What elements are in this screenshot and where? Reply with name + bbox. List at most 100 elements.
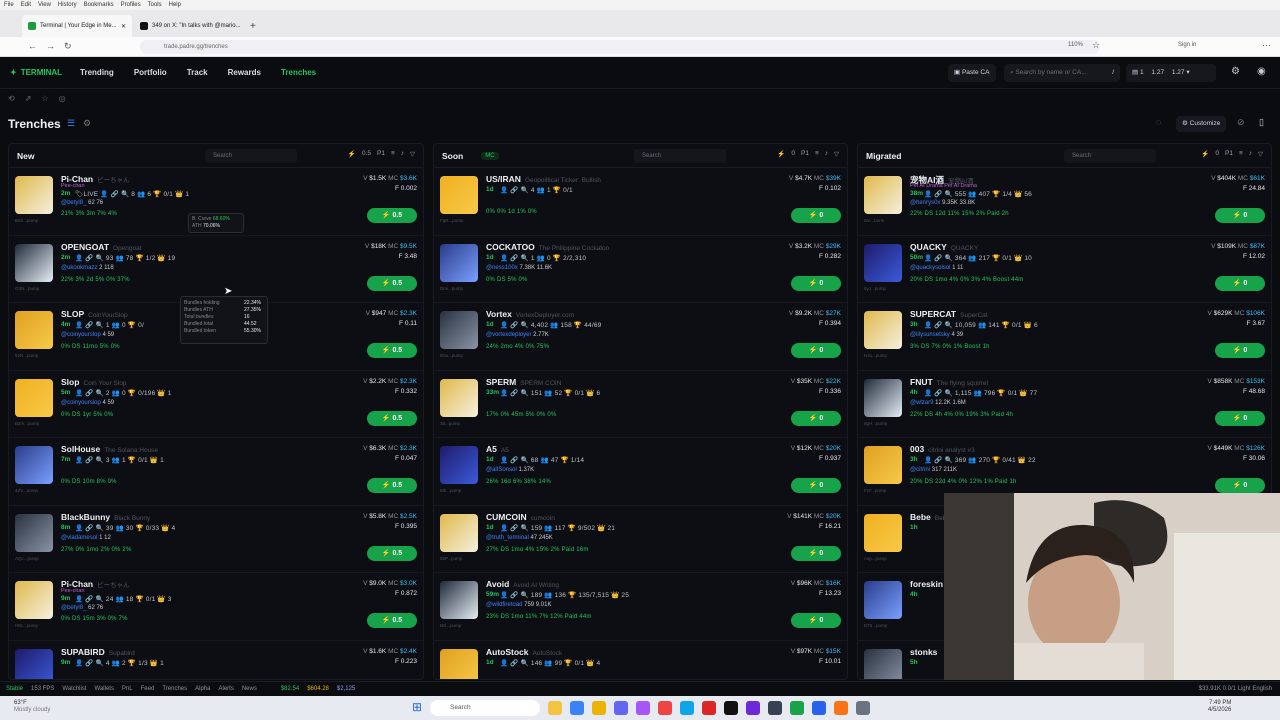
token-avatar[interactable] [440,446,478,484]
creator-handle[interactable]: @citrini [910,467,930,473]
quick-buy-button[interactable]: ⚡ 0 [791,208,841,223]
close-tab-icon[interactable]: ✕ [121,23,126,30]
preset-amount[interactable]: 0 [791,150,795,158]
token-address[interactable]: Dvi...bonk [864,218,884,223]
history-icon[interactable]: ⟲ [8,94,15,103]
token-address[interactable]: G3N...pump [15,286,39,291]
global-search-input[interactable]: ⌕ Search by name or CA... / [1004,64,1120,82]
token-card[interactable]: H8c...pump Pi-Chan ピーちゃん Pee-chan 9m 👤 🔗 🔍 24… [9,573,423,641]
token-address[interactable]: H8c...pump [15,623,38,628]
token-avatar[interactable] [440,311,478,349]
token-name[interactable]: A5 [486,444,497,454]
token-avatar[interactable] [15,176,53,214]
address-bar[interactable]: trade.padre.gg/trenches [140,40,1100,54]
column-search-input[interactable]: Search [634,149,726,163]
token-card[interactable]: AutoStock AutoStock 1d 👤 🔗 🔍 146 👥 99 🏆 0/1… [434,641,847,679]
quick-buy-button[interactable]: ⚡ 0.5 [367,613,417,628]
quick-buy-button[interactable]: ⚡ 0 [791,545,841,561]
sound-icon[interactable]: ♪ [401,150,404,158]
creator-handle[interactable]: @henrys0x [910,200,940,206]
nav-track[interactable]: Track [187,68,208,77]
token-avatar[interactable] [440,243,478,282]
token-address[interactable]: 6yJ...pump [864,286,886,291]
quick-buy-button[interactable]: ⚡ 0 [1215,410,1265,426]
token-avatar[interactable] [15,581,53,619]
quick-buy-button[interactable]: ⚡ 0.5 [367,410,417,426]
token-address[interactable]: 5hw...pump [440,353,463,358]
token-card[interactable]: Bsl...pump Avoid Avoid AI Writing 59m 👤 🔗 🔍 … [434,573,847,641]
app-icon[interactable] [658,701,672,715]
token-card[interactable]: 4ZV...pump SolHouse The Solana House 7m 👤 🔗 … [9,438,423,506]
token-avatar[interactable] [864,648,902,679]
token-name[interactable]: QUACKY [910,242,947,252]
token-avatar[interactable] [864,176,902,214]
menu-help[interactable]: Help [169,2,181,8]
profile-icon[interactable]: ◉ [1257,66,1266,77]
quick-buy-button[interactable]: ⚡ 0.5 [367,478,417,493]
token-card[interactable]: HJu...pump SUPERCAT SuperCat 3h 👤 🔗 🔍 10,059… [858,303,1271,371]
token-name[interactable]: SPERM [486,377,516,387]
creator-handle[interactable]: @quackysolsol [910,265,950,271]
app-icon[interactable] [702,701,716,715]
menu-profiles[interactable]: Profiles [121,2,141,8]
app-icon[interactable] [768,701,782,715]
token-avatar[interactable] [15,311,53,349]
lightning-icon[interactable]: ⚡ [777,150,785,158]
token-avatar[interactable] [864,446,902,484]
browser-tab-x[interactable]: 349 on X: "In talks with @mario... ✕ [134,15,244,37]
quick-buy-button[interactable]: ⚡ 0.5 [367,545,417,561]
target-icon[interactable]: ◎ [59,94,66,103]
wallet-selector[interactable]: ▤ 1 1.27 1.27 ▾ [1126,64,1216,82]
sort-icon[interactable]: ≡ [391,150,395,158]
browser-icon[interactable] [570,701,584,715]
app-icon[interactable] [724,701,738,715]
nav-trending[interactable]: Trending [80,68,114,77]
creator-handle[interactable]: @ness100x [486,265,518,271]
token-address[interactable]: 4ZV...pump [15,488,38,493]
windows-start-icon[interactable]: ⊞ [412,700,422,714]
status-alerts[interactable]: Alerts [218,686,233,692]
token-name[interactable]: Avoid [486,579,509,589]
token-name[interactable]: SLOP [61,309,84,319]
quick-buy-button[interactable]: ⚡ 0 [791,275,841,291]
status-alpha[interactable]: Alpha [195,686,210,692]
grid-view-icon[interactable]: ⚙ [83,118,91,129]
token-name[interactable]: Vortex [486,309,512,319]
token-name[interactable]: COCKATOO [486,242,535,252]
star-icon[interactable]: ☆ [41,94,48,103]
token-address[interactable]: 52N...pump [15,353,38,358]
token-name[interactable]: Slop [61,377,79,387]
menu-bookmarks[interactable]: Bookmarks [84,2,114,8]
sort-icon[interactable]: ≡ [1239,150,1243,158]
quick-buy-button[interactable]: ⚡ 0.5 [367,208,417,223]
token-name[interactable]: BlackBunny [61,512,110,522]
reload-icon[interactable]: ↻ [64,41,72,52]
lightning-icon[interactable]: ⚡ [348,150,356,158]
list-view-icon[interactable]: ☰ [67,118,75,129]
token-card[interactable]: AQc...pump BlackBunny Black Bunny 8m 👤 🔗 🔍 3… [9,506,423,573]
token-address[interactable]: 5th...pump [440,488,461,493]
token-name[interactable]: 003 [910,444,924,454]
token-name[interactable]: OPENGOAT [61,242,109,252]
menu-tools[interactable]: Tools [148,2,162,8]
creator-handle[interactable]: @wlzar9 [910,400,933,406]
creator-handle[interactable]: @wildfiretoad [486,602,522,608]
folder-icon[interactable] [592,701,606,715]
token-name[interactable]: foreskin [910,579,943,589]
column-search-input[interactable]: Search [205,149,297,163]
token-address[interactable]: BsX...pump [15,218,38,223]
token-avatar[interactable] [864,581,902,619]
preset-selector[interactable]: P1 [1225,150,1233,158]
token-name[interactable]: SolHouse [61,444,100,454]
token-avatar[interactable] [15,513,53,552]
token-address[interactable]: HJu...pump [864,353,887,358]
quick-buy-button[interactable]: ⚡ 0 [1215,275,1265,291]
token-address[interactable]: AQc...pump [15,556,39,561]
back-icon[interactable]: ← [28,41,37,51]
creator-handle[interactable]: @vortexdeployer [486,332,531,338]
menu-edit[interactable]: Edit [21,2,31,8]
status-wallets[interactable]: Wallets [95,686,114,692]
taskbar-search[interactable]: Search [430,700,540,716]
token-avatar[interactable] [864,378,902,417]
creator-handle[interactable]: @ukookmazz [61,265,97,271]
